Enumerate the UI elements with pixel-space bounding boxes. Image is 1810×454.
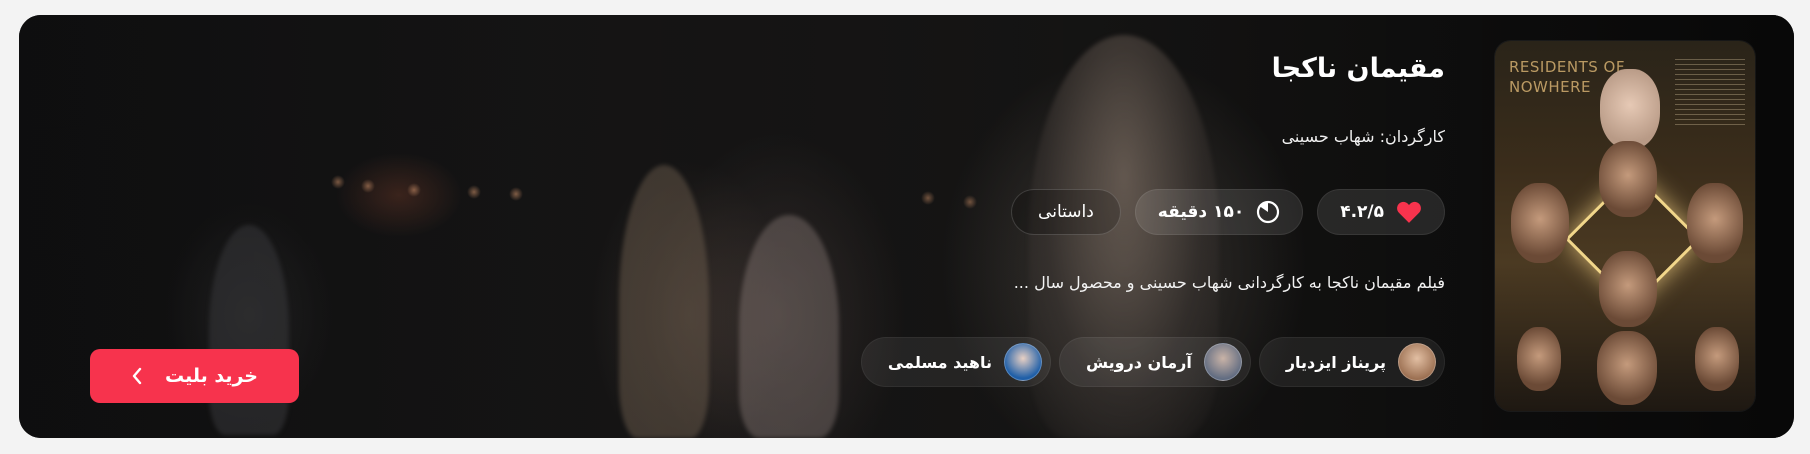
- movie-title: مقیمان ناکجا: [1271, 53, 1445, 84]
- poster-face: [1517, 327, 1561, 391]
- buy-ticket-label: خرید بلیت: [165, 365, 258, 387]
- cast-name: ناهید مسلمی: [887, 352, 992, 372]
- clock-icon: [1256, 200, 1280, 224]
- avatar: [1398, 343, 1436, 381]
- movie-poster[interactable]: RESIDENTS OF NOWHERE: [1495, 41, 1755, 411]
- duration-chip: ۱۵۰ دقیقه: [1134, 189, 1304, 235]
- backdrop-figure-left: [209, 225, 289, 435]
- movie-banner: RESIDENTS OF NOWHERE مقیمان ناکجا کارگرد…: [19, 15, 1794, 438]
- cast-item-1[interactable]: آرمان درویش: [1059, 337, 1251, 387]
- poster-face: [1600, 69, 1660, 149]
- heart-icon: [1396, 200, 1422, 224]
- poster-face: [1597, 331, 1657, 405]
- movie-info: مقیمان ناکجا کارگردان: شهاب حسینی ۴.۲/۵ …: [545, 15, 1445, 438]
- poster-face: [1599, 141, 1657, 217]
- rating-value: ۴.۲/۵: [1340, 202, 1384, 222]
- poster-face: [1695, 327, 1739, 391]
- movie-director: کارگردان: شهاب حسینی: [1281, 127, 1445, 146]
- duration-value: ۱۵۰ دقیقه: [1157, 202, 1245, 222]
- cast-item-2[interactable]: ناهید مسلمی: [860, 337, 1051, 387]
- poster-credits-block: [1675, 59, 1745, 129]
- cast-name: آرمان درویش: [1086, 352, 1192, 372]
- genre-chip[interactable]: داستانی: [1011, 189, 1121, 235]
- poster-face: [1687, 183, 1743, 263]
- poster-face: [1511, 183, 1569, 263]
- cast-name: پریناز ایزدیار: [1285, 352, 1386, 372]
- rating-chip: ۴.۲/۵: [1317, 189, 1445, 235]
- buy-ticket-button[interactable]: خرید بلیت: [90, 349, 299, 403]
- cast-list: پریناز ایزدیار آرمان درویش ناهید مسلمی: [860, 337, 1445, 387]
- avatar: [1203, 343, 1242, 381]
- genre-value: داستانی: [1038, 202, 1094, 222]
- poster-face: [1599, 251, 1657, 327]
- cast-item-0[interactable]: پریناز ایزدیار: [1258, 337, 1445, 387]
- avatar: [1004, 343, 1042, 381]
- movie-description: فیلم مقیمان ناکجا به کارگردانی شهاب حسین…: [1013, 273, 1445, 292]
- chevron-left-icon: [131, 367, 143, 385]
- movie-meta-chips: ۴.۲/۵ ۱۵۰ دقیقه داستانی: [1011, 189, 1445, 235]
